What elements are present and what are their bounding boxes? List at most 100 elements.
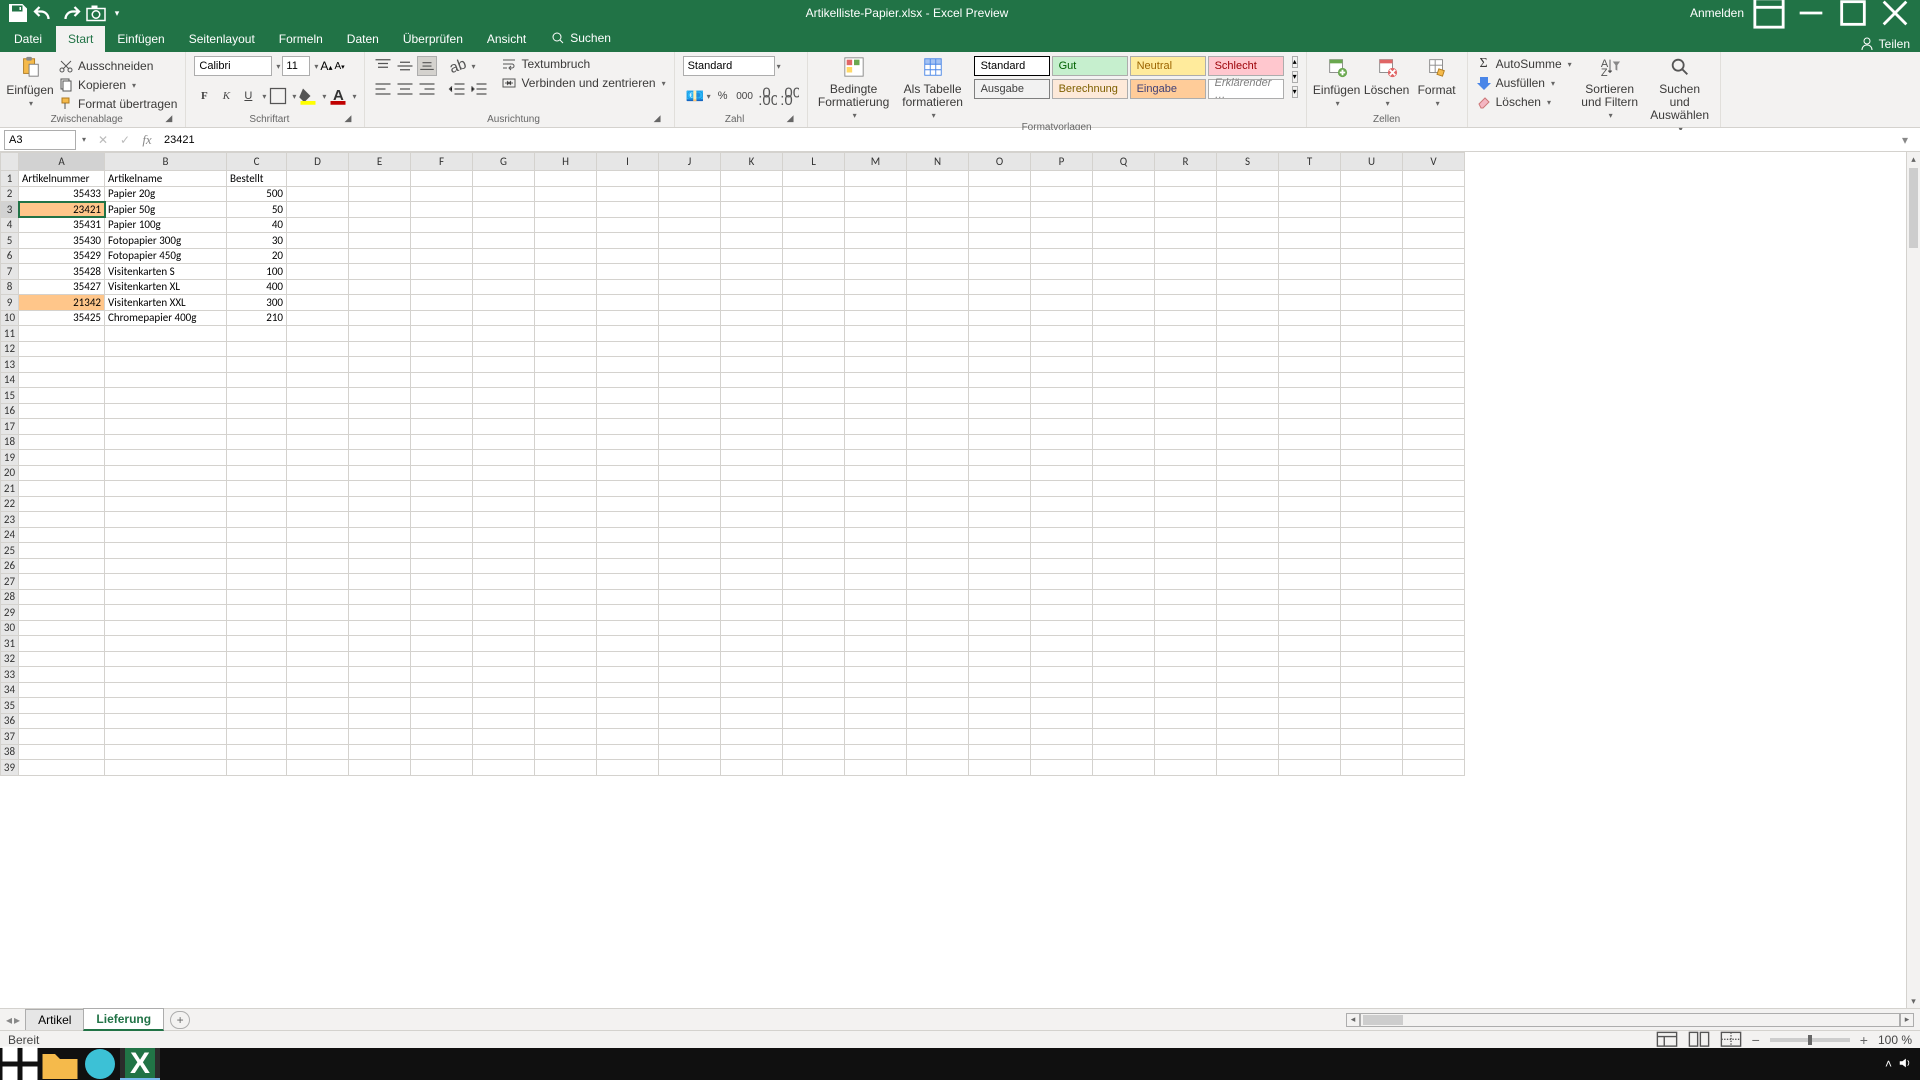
- cell-C5[interactable]: 30: [227, 233, 287, 249]
- cell-C21[interactable]: [227, 481, 287, 497]
- cell-B13[interactable]: [105, 357, 227, 373]
- cell-U28[interactable]: [1341, 589, 1403, 605]
- cell-G33[interactable]: [473, 667, 535, 683]
- cell-T38[interactable]: [1279, 744, 1341, 760]
- cell-G2[interactable]: [473, 186, 535, 202]
- cell-B6[interactable]: Fotopapier 450g: [105, 248, 227, 264]
- cell-R34[interactable]: [1155, 682, 1217, 698]
- cell-I12[interactable]: [597, 341, 659, 357]
- cell-S17[interactable]: [1217, 419, 1279, 435]
- cell-U1[interactable]: [1341, 171, 1403, 187]
- cell-K10[interactable]: [721, 310, 783, 326]
- col-header-L[interactable]: L: [783, 153, 845, 171]
- cell-E36[interactable]: [349, 713, 411, 729]
- cell-F14[interactable]: [411, 372, 473, 388]
- col-header-I[interactable]: I: [597, 153, 659, 171]
- cell-V1[interactable]: [1403, 171, 1465, 187]
- cell-R38[interactable]: [1155, 744, 1217, 760]
- cell-F2[interactable]: [411, 186, 473, 202]
- row-header-11[interactable]: 11: [1, 326, 19, 342]
- cell-K13[interactable]: [721, 357, 783, 373]
- font-color-icon[interactable]: A: [328, 86, 348, 106]
- cell-U29[interactable]: [1341, 605, 1403, 621]
- cell-R1[interactable]: [1155, 171, 1217, 187]
- cell-D34[interactable]: [287, 682, 349, 698]
- cell-N19[interactable]: [907, 450, 969, 466]
- cell-I23[interactable]: [597, 512, 659, 528]
- cell-J21[interactable]: [659, 481, 721, 497]
- cell-I31[interactable]: [597, 636, 659, 652]
- cell-C25[interactable]: [227, 543, 287, 559]
- cell-Q38[interactable]: [1093, 744, 1155, 760]
- styles-scroll-down-icon[interactable]: ▾: [1292, 71, 1298, 83]
- row-header-20[interactable]: 20: [1, 465, 19, 481]
- cell-A3[interactable]: 23421: [19, 202, 105, 218]
- cell-F27[interactable]: [411, 574, 473, 590]
- cell-T5[interactable]: [1279, 233, 1341, 249]
- align-middle-icon[interactable]: [395, 56, 415, 76]
- close-icon[interactable]: [1878, 2, 1912, 24]
- cell-F11[interactable]: [411, 326, 473, 342]
- cell-G38[interactable]: [473, 744, 535, 760]
- cell-G13[interactable]: [473, 357, 535, 373]
- cell-K20[interactable]: [721, 465, 783, 481]
- cell-G16[interactable]: [473, 403, 535, 419]
- cell-D39[interactable]: [287, 760, 349, 776]
- add-sheet-icon[interactable]: +: [170, 1011, 190, 1029]
- col-header-Q[interactable]: Q: [1093, 153, 1155, 171]
- cell-K1[interactable]: [721, 171, 783, 187]
- cell-P2[interactable]: [1031, 186, 1093, 202]
- cell-Q16[interactable]: [1093, 403, 1155, 419]
- cut-button[interactable]: Ausschneiden: [58, 58, 177, 74]
- cell-H15[interactable]: [535, 388, 597, 404]
- cell-V37[interactable]: [1403, 729, 1465, 745]
- cell-Q4[interactable]: [1093, 217, 1155, 233]
- cell-S8[interactable]: [1217, 279, 1279, 295]
- cell-K12[interactable]: [721, 341, 783, 357]
- cell-D2[interactable]: [287, 186, 349, 202]
- cell-V16[interactable]: [1403, 403, 1465, 419]
- cell-L35[interactable]: [783, 698, 845, 714]
- cell-K2[interactable]: [721, 186, 783, 202]
- cell-R9[interactable]: [1155, 295, 1217, 311]
- cell-D31[interactable]: [287, 636, 349, 652]
- cell-E9[interactable]: [349, 295, 411, 311]
- cell-G12[interactable]: [473, 341, 535, 357]
- cell-V18[interactable]: [1403, 434, 1465, 450]
- cell-A37[interactable]: [19, 729, 105, 745]
- cell-M39[interactable]: [845, 760, 907, 776]
- cell-I18[interactable]: [597, 434, 659, 450]
- cell-G8[interactable]: [473, 279, 535, 295]
- row-header-19[interactable]: 19: [1, 450, 19, 466]
- cell-B28[interactable]: [105, 589, 227, 605]
- cell-V35[interactable]: [1403, 698, 1465, 714]
- cell-F10[interactable]: [411, 310, 473, 326]
- cell-F34[interactable]: [411, 682, 473, 698]
- cell-D24[interactable]: [287, 527, 349, 543]
- sheet-nav-next-icon[interactable]: ▸: [14, 1013, 20, 1027]
- cell-U35[interactable]: [1341, 698, 1403, 714]
- cell-Q14[interactable]: [1093, 372, 1155, 388]
- cell-J31[interactable]: [659, 636, 721, 652]
- row-header-31[interactable]: 31: [1, 636, 19, 652]
- cell-T14[interactable]: [1279, 372, 1341, 388]
- cell-E5[interactable]: [349, 233, 411, 249]
- cell-B19[interactable]: [105, 450, 227, 466]
- row-header-38[interactable]: 38: [1, 744, 19, 760]
- cell-I36[interactable]: [597, 713, 659, 729]
- cell-V33[interactable]: [1403, 667, 1465, 683]
- start-button[interactable]: [0, 1048, 40, 1080]
- cell-U20[interactable]: [1341, 465, 1403, 481]
- cell-T2[interactable]: [1279, 186, 1341, 202]
- cell-R5[interactable]: [1155, 233, 1217, 249]
- tab-review[interactable]: Überprüfen: [391, 26, 475, 52]
- cell-Q28[interactable]: [1093, 589, 1155, 605]
- cell-A10[interactable]: 35425: [19, 310, 105, 326]
- cell-G24[interactable]: [473, 527, 535, 543]
- cell-N12[interactable]: [907, 341, 969, 357]
- format-painter-button[interactable]: Format übertragen: [58, 96, 177, 112]
- cell-J26[interactable]: [659, 558, 721, 574]
- cell-M35[interactable]: [845, 698, 907, 714]
- cell-I27[interactable]: [597, 574, 659, 590]
- cell-T34[interactable]: [1279, 682, 1341, 698]
